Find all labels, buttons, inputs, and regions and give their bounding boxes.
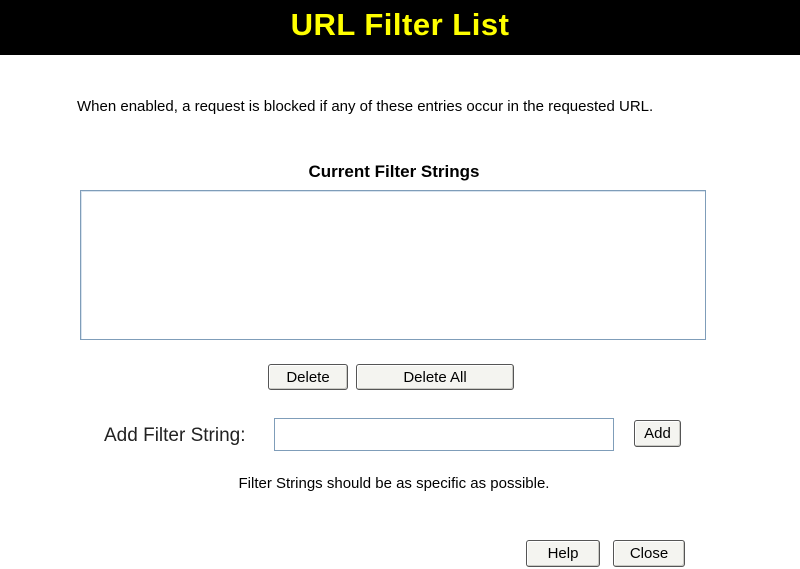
- filter-list-heading: Current Filter Strings: [308, 162, 480, 181]
- url-filter-list-page: URL Filter List When enabled, a request …: [0, 0, 800, 569]
- intro-text: When enabled, a request is blocked if an…: [77, 98, 654, 115]
- help-button[interactable]: Help: [526, 540, 600, 567]
- filter-strings-listbox[interactable]: [80, 190, 706, 340]
- delete-button[interactable]: Delete: [268, 364, 348, 390]
- add-filter-input[interactable]: [274, 418, 614, 451]
- title-bar: URL Filter List: [0, 0, 800, 55]
- add-filter-label: Add Filter String:: [104, 425, 246, 446]
- page-title: URL Filter List: [290, 7, 510, 42]
- delete-all-button[interactable]: Delete All: [356, 364, 514, 390]
- add-button[interactable]: Add: [634, 420, 681, 447]
- close-button[interactable]: Close: [613, 540, 685, 567]
- filter-hint-text: Filter Strings should be as specific as …: [238, 475, 550, 492]
